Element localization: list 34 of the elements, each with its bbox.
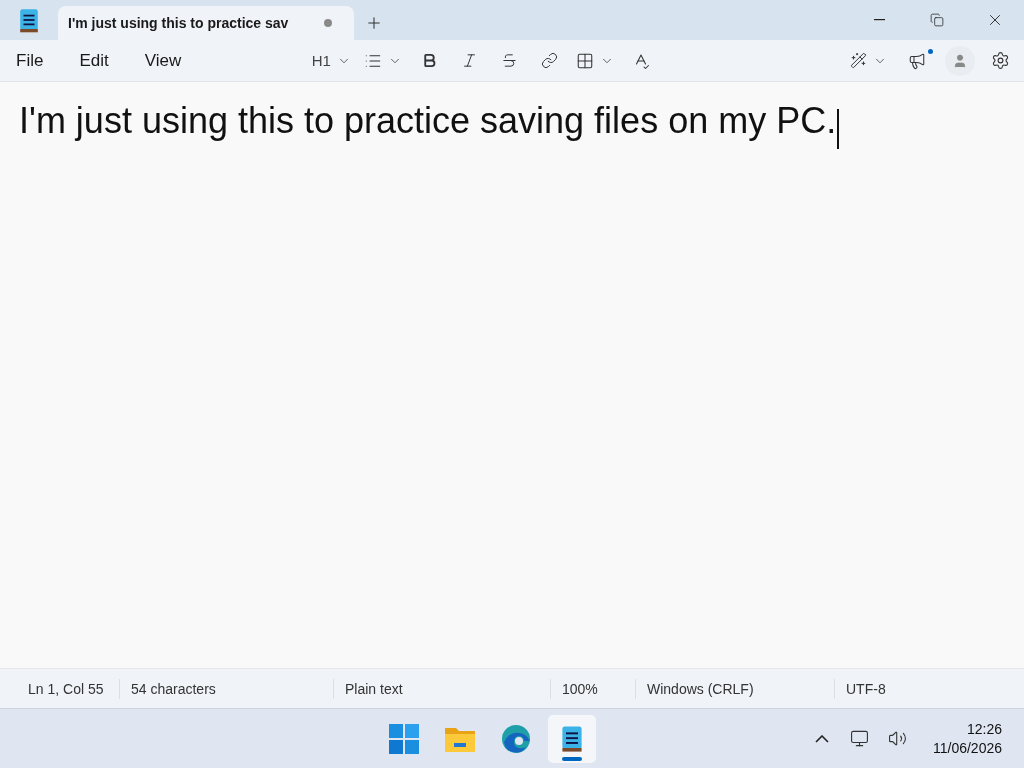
clock-date: 11/06/2026 — [932, 738, 1002, 758]
user-icon — [952, 52, 968, 69]
link-icon — [540, 52, 558, 69]
megaphone-icon — [908, 51, 926, 70]
notepad-icon — [18, 6, 40, 34]
settings-icon — [990, 51, 1010, 70]
minimize-icon — [873, 19, 885, 21]
browser-icon — [501, 723, 532, 754]
status-item: UTF-8 — [834, 678, 1024, 699]
taskbar-app[interactable] — [548, 714, 597, 763]
plus-icon — [365, 14, 383, 32]
menu-item[interactable]: Edit — [67, 44, 121, 77]
menu-item[interactable]: File — [4, 44, 56, 77]
magic-pen-icon — [849, 52, 867, 69]
status-item: Plain text — [333, 678, 550, 699]
notepad-icon — [560, 724, 585, 753]
document-text[interactable]: I'm just using this to practice saving files on my PC. — [19, 100, 837, 141]
tab-title: I'm just using this to practice sav — [68, 15, 289, 31]
table-icon — [576, 51, 595, 70]
document-tab[interactable]: I'm just using this to practice sav — [58, 6, 354, 40]
restore-icon — [930, 13, 944, 27]
windows-logo-icon — [389, 723, 420, 754]
status-item: Windows (CRLF) — [635, 678, 834, 699]
status-item: Ln 1, Col 55 — [27, 679, 105, 699]
text-caret — [837, 108, 839, 149]
status-item: 100% — [550, 678, 635, 699]
status-item: 54 characters — [119, 678, 333, 699]
heading-dropdown[interactable]: H1 — [305, 43, 358, 78]
monitor-icon — [850, 729, 870, 748]
chevron-up-icon — [814, 734, 829, 743]
speaker-icon — [888, 729, 908, 748]
menu-item[interactable]: View — [132, 44, 194, 77]
strikethrough-icon — [500, 52, 518, 69]
clock-time: 12:26 — [966, 719, 1002, 739]
